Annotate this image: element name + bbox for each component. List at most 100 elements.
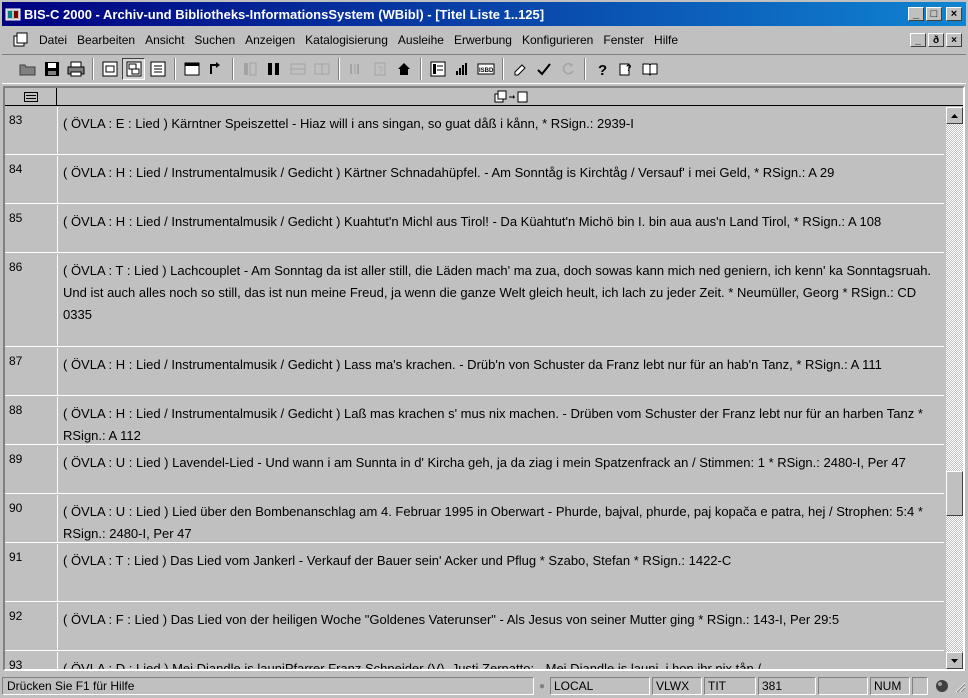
barcode-icon[interactable]	[344, 58, 367, 80]
resize-grip-icon[interactable]	[952, 678, 966, 694]
table-row[interactable]: 88 ( ÖVLA : H : Lied / Instrumentalmusik…	[5, 397, 944, 445]
table-row[interactable]: 83 ( ÖVLA : E : Lied ) Kärntner Speiszet…	[5, 107, 944, 155]
row-title-text: ( ÖVLA : U : Lied ) Lied über den Bomben…	[63, 504, 923, 541]
toolbar-separator	[584, 58, 586, 80]
window-title: BIS-C 2000 - Archiv-und Bibliotheks-Info…	[24, 6, 545, 22]
toolbar-separator	[420, 58, 422, 80]
svg-text:?: ?	[626, 63, 632, 73]
table-row[interactable]: 93 ( ÖVLA : D : Lied ) Mei Diandle is la…	[5, 652, 944, 669]
window-titlebar[interactable]: BIS-C 2000 - Archiv-und Bibliotheks-Info…	[2, 2, 966, 26]
toolbar: ? ISBD ? ?	[2, 54, 966, 84]
row-title-text: ( ÖVLA : T : Lied ) Lachcouplet - Am Son…	[63, 263, 932, 322]
row-title-text: ( ÖVLA : H : Lied / Instrumentalmusik / …	[63, 165, 835, 180]
vertical-scrollbar[interactable]	[946, 107, 963, 669]
row-number: 90	[9, 501, 23, 515]
table-row[interactable]: 85 ( ÖVLA : H : Lied / Instrumentalmusik…	[5, 205, 944, 253]
minimize-button[interactable]: _	[908, 7, 924, 21]
menu-bearbeiten[interactable]: Bearbeiten	[72, 33, 140, 47]
open-folder-icon[interactable]	[16, 58, 39, 80]
menu-ausleihe[interactable]: Ausleihe	[393, 33, 449, 47]
view-list-icon[interactable]	[146, 58, 169, 80]
menu-anzeigen[interactable]: Anzeigen	[240, 33, 300, 47]
row-title-text: ( ÖVLA : E : Lied ) Kärntner Speiszettel…	[63, 116, 634, 131]
row-number: 83	[9, 113, 23, 127]
print-icon[interactable]	[64, 58, 87, 80]
connection-globe-icon	[936, 680, 948, 692]
question-icon[interactable]: ?	[590, 58, 613, 80]
eraser-icon[interactable]	[508, 58, 531, 80]
close-button[interactable]: ×	[946, 7, 962, 21]
mdi-close-button[interactable]: ×	[946, 33, 962, 47]
grid-header	[5, 88, 963, 106]
toolbar-separator	[92, 58, 94, 80]
table-row[interactable]: 87 ( ÖVLA : H : Lied / Instrumentalmusik…	[5, 348, 944, 396]
isbd-icon[interactable]: ISBD	[474, 58, 497, 80]
refresh-icon[interactable]	[556, 58, 579, 80]
table-left-icon[interactable]	[286, 58, 309, 80]
book-icon[interactable]	[638, 58, 661, 80]
window-icon[interactable]	[180, 58, 203, 80]
row-title-text: ( ÖVLA : H : Lied / Instrumentalmusik / …	[63, 214, 882, 229]
menu-bar: Datei Bearbeiten Ansicht Suchen Anzeigen…	[2, 28, 966, 52]
toolbar-separator	[174, 58, 176, 80]
column-header-cell[interactable]	[58, 88, 963, 105]
svg-text:?: ?	[378, 65, 383, 75]
chart-icon[interactable]	[450, 58, 473, 80]
status-pane-empty	[912, 677, 928, 695]
insert-col-icon[interactable]	[238, 58, 261, 80]
home-icon[interactable]	[392, 58, 415, 80]
arrow-down-icon	[951, 658, 958, 663]
context-help-icon[interactable]: ?	[614, 58, 637, 80]
menu-ansicht[interactable]: Ansicht	[140, 33, 189, 47]
menu-suchen[interactable]: Suchen	[189, 33, 240, 47]
menu-datei[interactable]: Datei	[34, 33, 72, 47]
menu-hilfe[interactable]: Hilfe	[649, 33, 683, 47]
maximize-button[interactable]: □	[926, 7, 942, 21]
status-indicator-dot: ●	[538, 680, 546, 692]
checkmark-icon[interactable]	[532, 58, 555, 80]
title-list-grid[interactable]: 83 ( ÖVLA : E : Lied ) Kärntner Speiszet…	[3, 86, 965, 671]
list-icon[interactable]	[426, 58, 449, 80]
status-bar: Drücken Sie F1 für Hilfe ● LOCAL VLWX TI…	[2, 676, 966, 696]
row-number: 92	[9, 609, 23, 623]
help-book-icon[interactable]: ?	[368, 58, 391, 80]
scroll-thumb[interactable]	[946, 471, 963, 516]
status-pane-local: LOCAL	[550, 677, 650, 695]
menu-katalogisierung[interactable]: Katalogisierung	[300, 33, 393, 47]
row-number: 87	[9, 354, 23, 368]
view-single-icon[interactable]	[98, 58, 121, 80]
table-row[interactable]: 84 ( ÖVLA : H : Lied / Instrumentalmusik…	[5, 156, 944, 204]
table-row[interactable]: 89 ( ÖVLA : U : Lied ) Lavendel-Lied - U…	[5, 446, 944, 494]
save-icon[interactable]	[40, 58, 63, 80]
scroll-up-button[interactable]	[946, 107, 963, 124]
menu-erwerbung[interactable]: Erwerbung	[449, 33, 517, 47]
table-row[interactable]: 91 ( ÖVLA : T : Lied ) Das Lied vom Jank…	[5, 544, 944, 602]
list-view-icon	[23, 91, 38, 102]
toolbar-separator	[502, 58, 504, 80]
table-right-icon[interactable]	[310, 58, 333, 80]
arrow-up-icon	[951, 113, 958, 118]
row-title-text: ( ÖVLA : D : Lied ) Mei Diandle is launi…	[63, 661, 761, 669]
row-title-text: ( ÖVLA : U : Lied ) Lavendel-Lied - Und …	[63, 455, 906, 470]
mdi-restore-button[interactable]: ð	[928, 33, 944, 47]
table-row[interactable]: 92 ( ÖVLA : F : Lied ) Das Lied von der …	[5, 603, 944, 651]
row-number: 93	[9, 658, 23, 669]
row-header-cell[interactable]	[5, 88, 57, 105]
row-title-text: ( ÖVLA : F : Lied ) Das Lied von der hei…	[63, 612, 840, 627]
menu-konfigurieren[interactable]: Konfigurieren	[517, 33, 598, 47]
document-window-icon[interactable]	[12, 32, 28, 48]
svg-text:ISBD: ISBD	[479, 68, 494, 74]
row-number: 88	[9, 403, 23, 417]
mdi-minimize-button[interactable]: _	[910, 33, 926, 47]
delete-col-icon[interactable]	[262, 58, 285, 80]
table-row[interactable]: 86 ( ÖVLA : T : Lied ) Lachcouplet - Am …	[5, 254, 944, 347]
scroll-down-button[interactable]	[946, 652, 963, 669]
toolbar-separator	[338, 58, 340, 80]
row-title-text: ( ÖVLA : T : Lied ) Das Lied vom Jankerl…	[63, 553, 732, 568]
link-icon[interactable]	[204, 58, 227, 80]
table-row[interactable]: 90 ( ÖVLA : U : Lied ) Lied über den Bom…	[5, 495, 944, 543]
view-double-icon[interactable]	[122, 58, 145, 80]
toolbar-separator	[232, 58, 234, 80]
row-number: 86	[9, 260, 23, 274]
menu-fenster[interactable]: Fenster	[598, 33, 649, 47]
